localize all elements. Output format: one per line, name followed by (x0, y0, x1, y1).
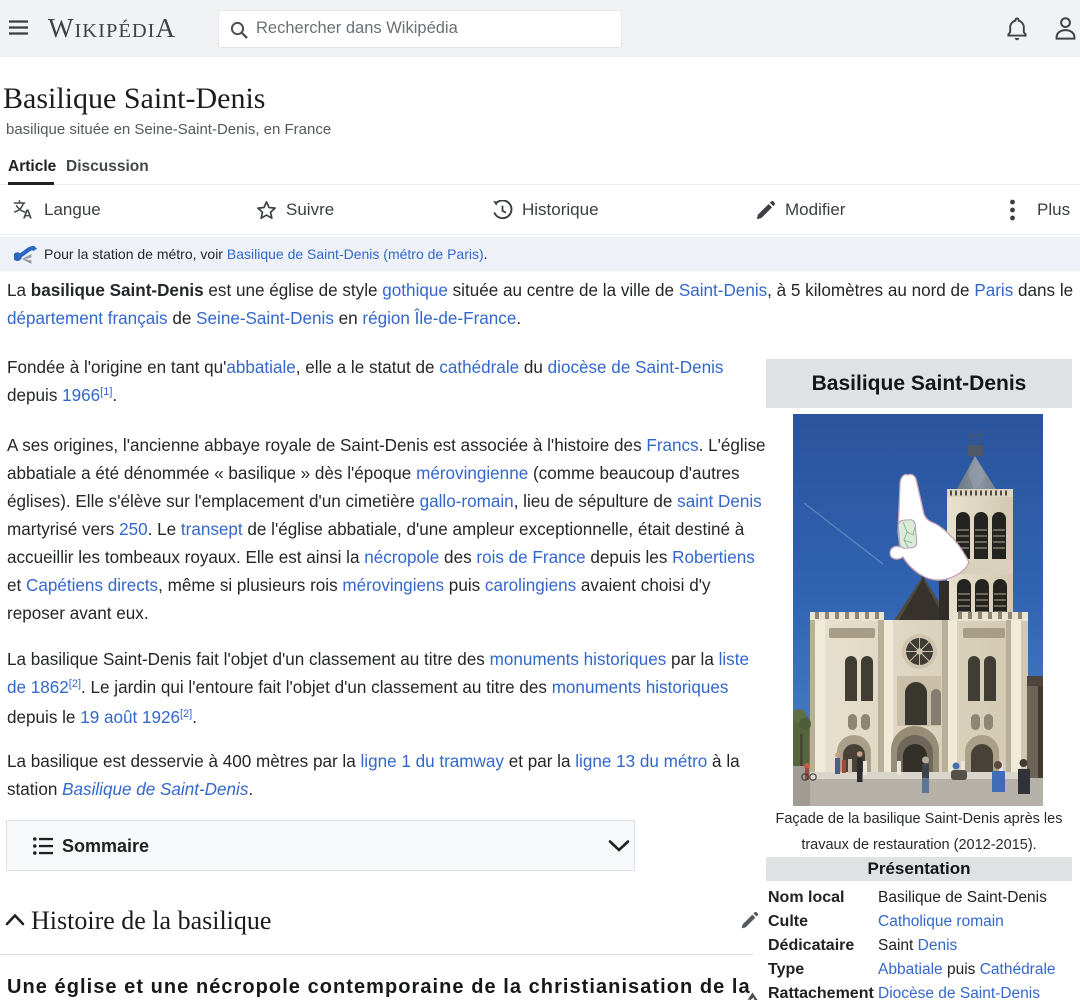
svg-text:A: A (23, 207, 33, 222)
